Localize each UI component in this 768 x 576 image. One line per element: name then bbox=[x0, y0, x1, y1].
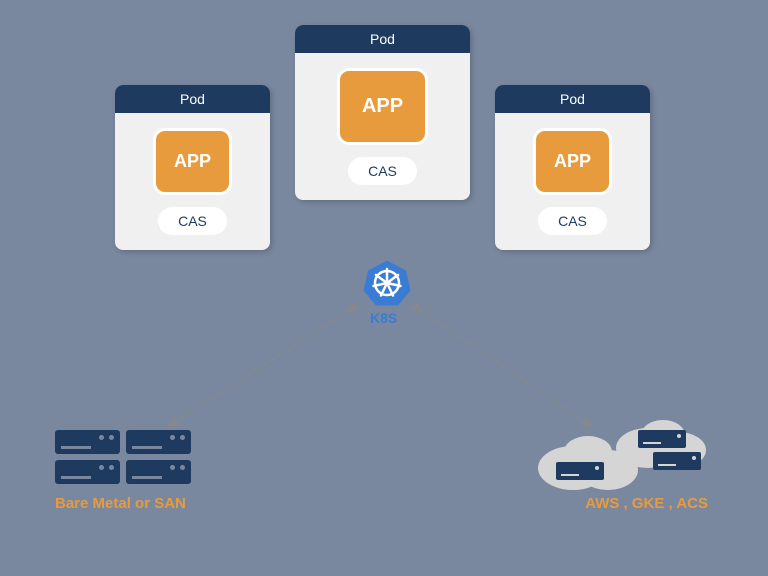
cas-badge: CAS bbox=[348, 157, 417, 185]
cas-badge: CAS bbox=[158, 207, 227, 235]
cloud-providers bbox=[518, 420, 718, 505]
pod-header: Pod bbox=[115, 85, 270, 113]
server-icon bbox=[126, 460, 191, 484]
pod-body: APP CAS bbox=[295, 53, 470, 200]
app-badge: APP bbox=[337, 68, 428, 145]
kubernetes-label: K8S bbox=[370, 310, 397, 326]
pod-header: Pod bbox=[495, 85, 650, 113]
pod-card: Pod APP CAS bbox=[115, 85, 270, 250]
cas-badge: CAS bbox=[538, 207, 607, 235]
pod-body: APP CAS bbox=[495, 113, 650, 250]
app-badge: APP bbox=[153, 128, 232, 195]
server-icon bbox=[55, 460, 120, 484]
bare-metal-label: Bare Metal or SAN bbox=[55, 495, 186, 512]
server-icon bbox=[126, 430, 191, 454]
kubernetes-icon bbox=[362, 258, 412, 308]
server-icon bbox=[55, 430, 120, 454]
app-badge: APP bbox=[533, 128, 612, 195]
bare-metal-servers bbox=[55, 430, 191, 484]
cloud-server-icon bbox=[556, 462, 604, 480]
pod-card: Pod APP CAS bbox=[295, 25, 470, 200]
cloud-label: AWS , GKE , ACS bbox=[585, 495, 708, 512]
cloud-server-icon bbox=[638, 430, 686, 448]
pod-header: Pod bbox=[295, 25, 470, 53]
pod-body: APP CAS bbox=[115, 113, 270, 250]
cloud-server-icon bbox=[653, 452, 701, 470]
pod-card: Pod APP CAS bbox=[495, 85, 650, 250]
